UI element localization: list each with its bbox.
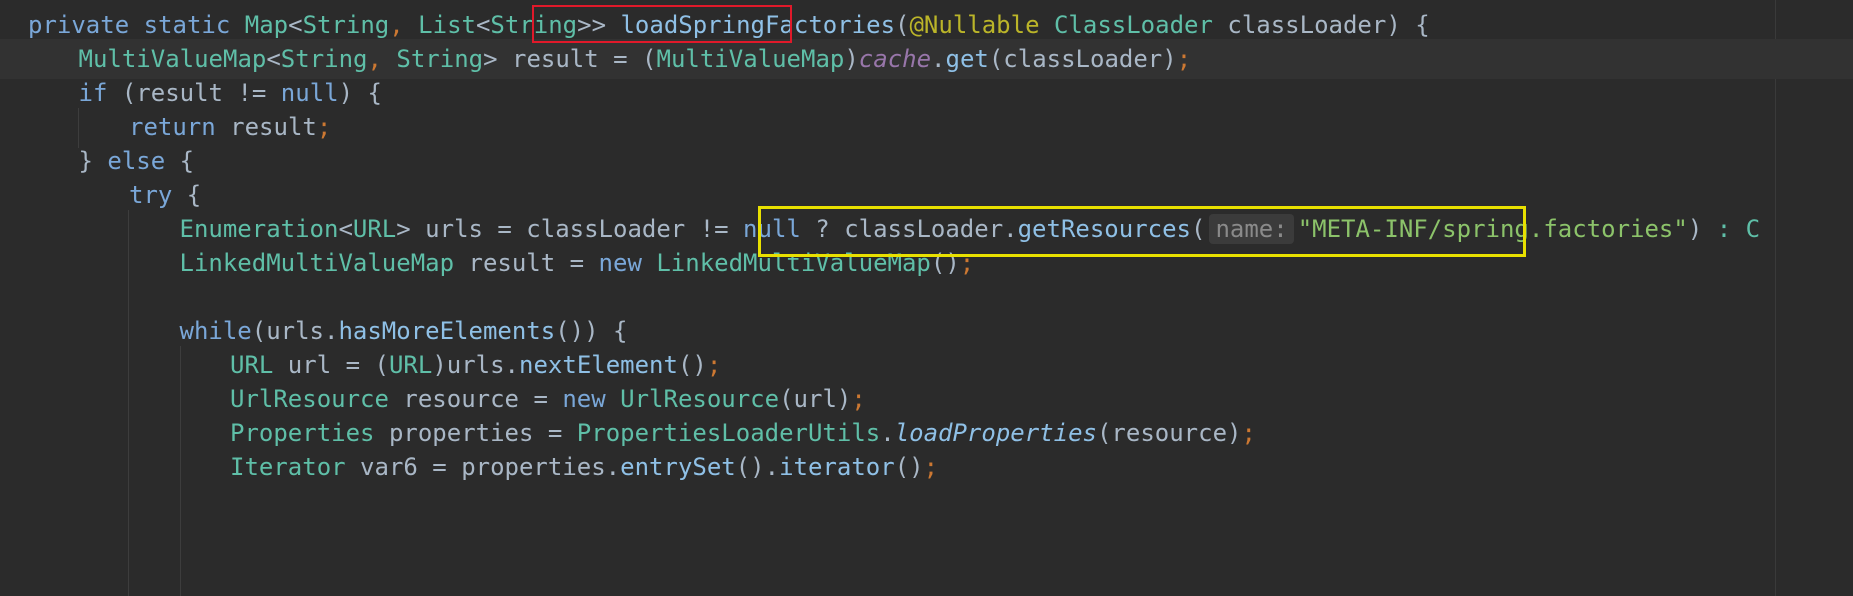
code-token: entrySet: [620, 453, 736, 481]
code-token: ): [1687, 215, 1717, 243]
code-token: Map: [244, 11, 289, 39]
code-editor[interactable]: private static Map<String, List<String>>…: [0, 0, 1853, 596]
code-token: (resource): [1096, 419, 1242, 447]
code-token: (url): [779, 385, 852, 413]
code-token: resource =: [388, 385, 563, 413]
code-token: ClassLoader: [1053, 11, 1213, 39]
code-token: ): [844, 45, 859, 73]
code-token: url = (: [273, 351, 389, 379]
code-token: Iterator: [230, 453, 346, 481]
code-token: URL: [388, 351, 433, 379]
code-token: ;: [1241, 419, 1256, 447]
code-line[interactable]: Iterator var6 = properties.entrySet().it…: [0, 447, 1853, 487]
code-token: ;: [923, 453, 939, 481]
code-token: URL: [230, 351, 274, 379]
code-token: null: [280, 79, 339, 107]
code-token: iterator: [779, 453, 895, 481]
code-token: <: [288, 11, 303, 39]
code-token: ,: [367, 45, 397, 73]
code-token: UrlResource: [230, 385, 389, 413]
code-token: PropertiesLoaderUtils: [576, 419, 881, 447]
code-token: )urls.: [432, 351, 520, 379]
code-token: <: [475, 11, 491, 39]
code-token: LinkedMultiValueMap: [179, 249, 455, 277]
code-token: loadProperties: [894, 419, 1097, 447]
code-token: .: [931, 45, 946, 73]
code-token: properties =: [374, 419, 577, 447]
code-token: result =: [454, 249, 599, 277]
code-token: Enumeration: [179, 215, 339, 243]
code-token: classLoader) {: [1212, 11, 1430, 39]
code-token: new: [562, 385, 621, 413]
code-token: (classLoader): [988, 45, 1177, 73]
code-token: MultiValueMap: [78, 45, 267, 73]
code-token: else: [107, 147, 166, 175]
code-token: if: [78, 79, 108, 107]
code-token: <: [266, 45, 281, 73]
highlight-box-red: [532, 5, 792, 43]
code-token: URL: [352, 215, 397, 243]
code-token: (): [894, 453, 924, 481]
code-token: <: [338, 215, 353, 243]
code-token: @Nullable: [909, 11, 1054, 39]
code-token: return: [129, 113, 216, 141]
code-token: List: [418, 11, 476, 39]
code-token: (): [677, 351, 707, 379]
code-token: (result !=: [107, 79, 281, 107]
code-token: ;: [851, 385, 866, 413]
code-token: > result = (: [483, 45, 657, 73]
code-token: var6 = properties.: [345, 453, 621, 481]
code-token: String: [302, 11, 390, 39]
code-token: result: [215, 113, 317, 141]
code-token: > urls = classLoader !=: [396, 215, 744, 243]
code-token: ;: [706, 351, 722, 379]
code-token: hasMoreElements: [338, 317, 556, 345]
code-token: {: [165, 147, 195, 175]
code-token: (urls.: [251, 317, 339, 345]
code-token: (: [895, 11, 910, 39]
code-token: ;: [1176, 45, 1192, 73]
code-token: cache: [858, 45, 932, 73]
code-token: {: [172, 181, 202, 209]
code-token: ()) {: [555, 317, 628, 345]
code-token: ().: [735, 453, 780, 481]
code-token: ,: [389, 11, 419, 39]
code-token: }: [78, 147, 108, 175]
code-token: get: [945, 45, 989, 73]
highlight-box-yellow: [758, 206, 1526, 257]
code-token: ) {: [338, 79, 382, 107]
code-token: String: [396, 45, 484, 73]
code-token: try: [129, 181, 173, 209]
code-token: ;: [316, 113, 332, 141]
code-token: UrlResource: [620, 385, 780, 413]
code-token: private static: [28, 11, 245, 39]
code-token: MultiValueMap: [656, 45, 845, 73]
code-token: .: [880, 419, 895, 447]
code-token: String: [280, 45, 368, 73]
code-token: new: [598, 249, 657, 277]
code-token: while: [179, 317, 252, 345]
code-token: Properties: [230, 419, 375, 447]
code-token: : C: [1716, 215, 1761, 243]
code-token: nextElement: [519, 351, 678, 379]
